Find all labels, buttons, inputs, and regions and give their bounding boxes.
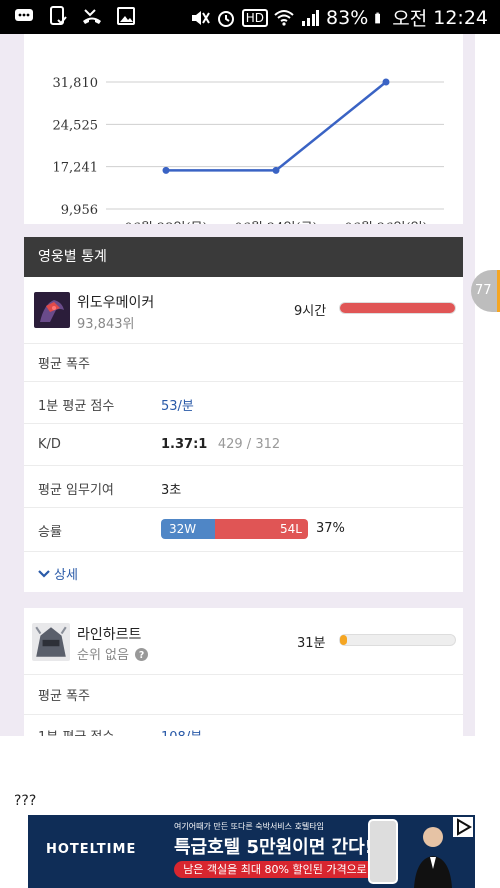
data-point xyxy=(382,78,390,86)
wifi-icon xyxy=(274,9,294,26)
divider xyxy=(24,551,463,552)
divider xyxy=(24,714,463,715)
hero-stats-card-2: 라인하르트 순위 없음 ? 31분 평균 폭주 1분 평균 점수 108/분 xyxy=(24,608,463,736)
winrate-percent: 37% xyxy=(316,521,345,536)
section-title: 영웅별 통계 xyxy=(24,237,463,277)
divider xyxy=(24,507,463,508)
ad-choices-icon[interactable] xyxy=(453,817,473,837)
score-chart-card: 31,810 24,525 17,241 9,956 06월 23일(목) 06월 24일… xyxy=(24,34,463,224)
ad-banner[interactable]: HOTELTIME 여기어때가 만든 또다른 숙박서비스 호텔타임 특급호텔 5… xyxy=(28,815,475,888)
y-tick-label: 24,525 xyxy=(53,118,99,133)
stat-value-score-per-min: 108/분 xyxy=(161,726,202,736)
ad-small-text: 여기어때가 만든 또다른 숙박서비스 호텔타임 xyxy=(174,822,325,831)
hero-row-reinhardt[interactable]: 라인하르트 순위 없음 ? 31분 xyxy=(24,608,463,674)
x-tick-label: 06월 24일(금) xyxy=(234,221,317,224)
wins-segment: 32W xyxy=(161,519,216,539)
missed-call-icon xyxy=(83,9,101,24)
divider xyxy=(24,343,463,344)
playtime-bar-fill xyxy=(340,303,455,313)
hero-rank-text: 순위 없음 xyxy=(77,648,129,663)
ad-brand: HOTELTIME xyxy=(46,842,137,857)
detail-link[interactable]: 상세 xyxy=(38,564,78,583)
hero-stats-card: 영웅별 통계 위도우메이커 93,843위 9시간 평균 폭주 1분 평균 점수… xyxy=(24,237,463,592)
ad-headline: 특급호텔 5만원이면 간다! xyxy=(174,837,373,858)
time-ampm: 오전 xyxy=(392,8,428,30)
divider xyxy=(24,423,463,424)
help-icon[interactable]: ? xyxy=(135,648,149,661)
battery-percent: 83% xyxy=(326,6,369,29)
ad-phone-image xyxy=(368,819,398,884)
y-tick-label: 9,956 xyxy=(61,203,98,218)
kd-ratio: 1.37:1 xyxy=(161,437,208,452)
x-tick-label: 06월 26일(일) xyxy=(344,221,427,224)
score-line-chart: 31,810 24,525 17,241 9,956 06월 23일(목) 06월 24일… xyxy=(53,76,444,224)
hero-playtime: 9시간 xyxy=(294,304,327,319)
hero-name: 라인하르트 xyxy=(77,627,142,643)
battery-icon xyxy=(375,12,381,23)
divider xyxy=(24,381,463,382)
stat-label: K/D xyxy=(38,437,61,452)
side-scroll-badge[interactable]: 77 xyxy=(471,270,500,312)
detail-label: 상세 xyxy=(54,568,78,583)
divider xyxy=(24,674,463,675)
playtime-bar xyxy=(339,634,456,646)
alarm-icon xyxy=(217,10,234,27)
losses-segment: 54L xyxy=(215,519,308,539)
signal-icon xyxy=(302,9,320,26)
stat-label: 평균 폭주 xyxy=(38,357,90,372)
data-point xyxy=(272,166,280,174)
stat-label: 평균 임무기여 xyxy=(38,483,114,498)
winrate-bar: 32W 54L xyxy=(161,519,308,539)
phone-check-icon xyxy=(50,6,67,25)
y-tick-label: 31,810 xyxy=(53,76,99,91)
hero-rank: 93,843위 xyxy=(77,317,135,332)
hero-row-widowmaker[interactable]: 위도우메이커 93,843위 9시간 xyxy=(24,277,463,343)
hero-rank: 순위 없음 ? xyxy=(77,644,149,663)
stat-value-objective: 3초 xyxy=(161,483,182,498)
divider xyxy=(24,465,463,466)
web-content[interactable]: 31,810 24,525 17,241 9,956 06월 23일(목) 06월 24일… xyxy=(0,34,475,736)
hd-icon: HD xyxy=(241,8,269,27)
kd-counts: 429 / 312 xyxy=(217,437,281,452)
stat-label: 승률 xyxy=(38,525,62,540)
hero-avatar-reinhardt xyxy=(32,623,70,661)
y-tick-label: 17,241 xyxy=(53,161,99,176)
stat-label: 1분 평균 점수 xyxy=(38,726,114,736)
message-icon xyxy=(15,9,33,21)
data-point xyxy=(162,166,170,174)
playtime-bar xyxy=(339,302,456,314)
stat-label: 1분 평균 점수 xyxy=(38,399,115,414)
status-bar: HD 83% 오전 12:24 xyxy=(0,0,500,34)
x-tick-label: 06월 23일(목) xyxy=(124,221,207,224)
mute-icon xyxy=(191,10,210,25)
stat-label: 평균 폭주 xyxy=(38,689,90,704)
series-line xyxy=(166,81,387,172)
playtime-bar-fill xyxy=(340,635,347,645)
svg-text:?: ? xyxy=(139,650,144,661)
hero-playtime: 31분 xyxy=(297,636,326,651)
comment-text: ??? xyxy=(14,793,37,809)
clock: 12:24 xyxy=(433,6,488,29)
ad-subline: 남은 객실을 최대 80% 할인된 가격으로 xyxy=(174,861,376,878)
hero-name: 위도우메이커 xyxy=(77,295,155,311)
image-icon xyxy=(117,7,135,25)
ad-person-image xyxy=(414,827,452,888)
hero-avatar-widowmaker xyxy=(34,292,70,328)
chevron-down-icon xyxy=(38,569,50,578)
stat-value-score-per-min: 53/분 xyxy=(161,399,194,414)
stat-value-kd: 1.37:1 429 / 312 xyxy=(161,437,280,452)
